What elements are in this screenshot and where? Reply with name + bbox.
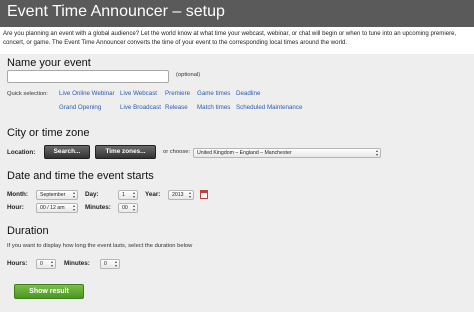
location-label: Location: (7, 149, 36, 156)
updown-arrows-icon: ▴ ▾ (375, 148, 378, 157)
intro-text: Are you planning an event with a global … (3, 30, 457, 46)
quick-link-release[interactable]: Release (165, 104, 188, 111)
time-zones-button[interactable]: Time zones... (95, 145, 156, 159)
quick-link-match-times[interactable]: Match times (197, 104, 230, 111)
calendar-icon[interactable] (200, 190, 208, 199)
updown-arrows-icon: ▴ ▾ (50, 259, 53, 268)
month-label: Month: (7, 191, 28, 198)
location-select[interactable]: United Kingdom – England – Manchester ▴ ▾ (193, 148, 381, 158)
duration-minutes-label: Minutes: (64, 260, 90, 267)
duration-minutes-select[interactable]: 0 ▴ ▾ (100, 259, 120, 269)
quick-link-game-times[interactable]: Game times (197, 90, 230, 97)
page-header: Event Time Announcer – setup (0, 0, 474, 27)
quick-link-live-broadcast[interactable]: Live Broadcast (120, 104, 161, 111)
optional-label: (optional) (176, 72, 201, 78)
quick-selection-label: Quick selection: (7, 91, 48, 97)
or-choose-label: or choose: (163, 149, 191, 155)
section-title-date: Date and time the event starts (7, 170, 154, 182)
section-title-name: Name your event (7, 57, 91, 69)
updown-arrows-icon: ▴ ▾ (132, 203, 135, 212)
duration-description: If you want to display how long the even… (7, 243, 193, 249)
month-select[interactable]: September ▴ ▾ (36, 190, 78, 200)
year-select-value: 2013 (172, 192, 184, 198)
quick-link-premiere[interactable]: Premiere (165, 90, 190, 97)
section-title-city: City or time zone (7, 127, 90, 139)
minutes-select[interactable]: 00 ▴ ▾ (118, 203, 138, 213)
year-label: Year: (145, 191, 161, 198)
year-select[interactable]: 2013 ▴ ▾ (168, 190, 194, 200)
hour-select[interactable]: 00 / 12 am ▴ ▾ (36, 203, 78, 213)
month-select-value: September (40, 192, 66, 198)
quick-link-scheduled-maintenance[interactable]: Scheduled Maintenance (236, 104, 302, 111)
event-name-input[interactable] (7, 70, 169, 83)
duration-hours-select[interactable]: 0 ▴ ▾ (36, 259, 56, 269)
section-title-duration: Duration (7, 225, 49, 237)
quick-link-grand-opening[interactable]: Grand Opening (59, 104, 101, 111)
show-result-button[interactable]: Show result (14, 284, 84, 299)
hour-select-value: 00 / 12 am (40, 205, 65, 211)
day-select-value: 1 (122, 192, 125, 198)
hour-label: Hour: (7, 204, 24, 211)
updown-arrows-icon: ▴ ▾ (188, 190, 191, 199)
day-select[interactable]: 1 ▴ ▾ (118, 190, 138, 200)
duration-minutes-value: 0 (104, 261, 107, 267)
day-label: Day: (85, 191, 99, 198)
quick-link-live-online-webinar[interactable]: Live Online Webinar (59, 90, 115, 97)
updown-arrows-icon: ▴ ▾ (72, 203, 75, 212)
minutes-select-value: 00 (122, 205, 128, 211)
quick-link-deadline[interactable]: Deadline (236, 90, 260, 97)
minutes-label: Minutes: (85, 204, 111, 211)
updown-arrows-icon: ▴ ▾ (132, 190, 135, 199)
duration-hours-label: Hours: (7, 260, 28, 267)
location-select-value: United Kingdom – England – Manchester (197, 150, 292, 156)
duration-hours-value: 0 (40, 261, 43, 267)
page-title: Event Time Announcer – setup (7, 3, 225, 20)
search-button[interactable]: Search... (44, 145, 90, 159)
updown-arrows-icon: ▴ ▾ (72, 190, 75, 199)
updown-arrows-icon: ▴ ▾ (114, 259, 117, 268)
quick-link-live-webcast[interactable]: Live Webcast (120, 90, 157, 97)
